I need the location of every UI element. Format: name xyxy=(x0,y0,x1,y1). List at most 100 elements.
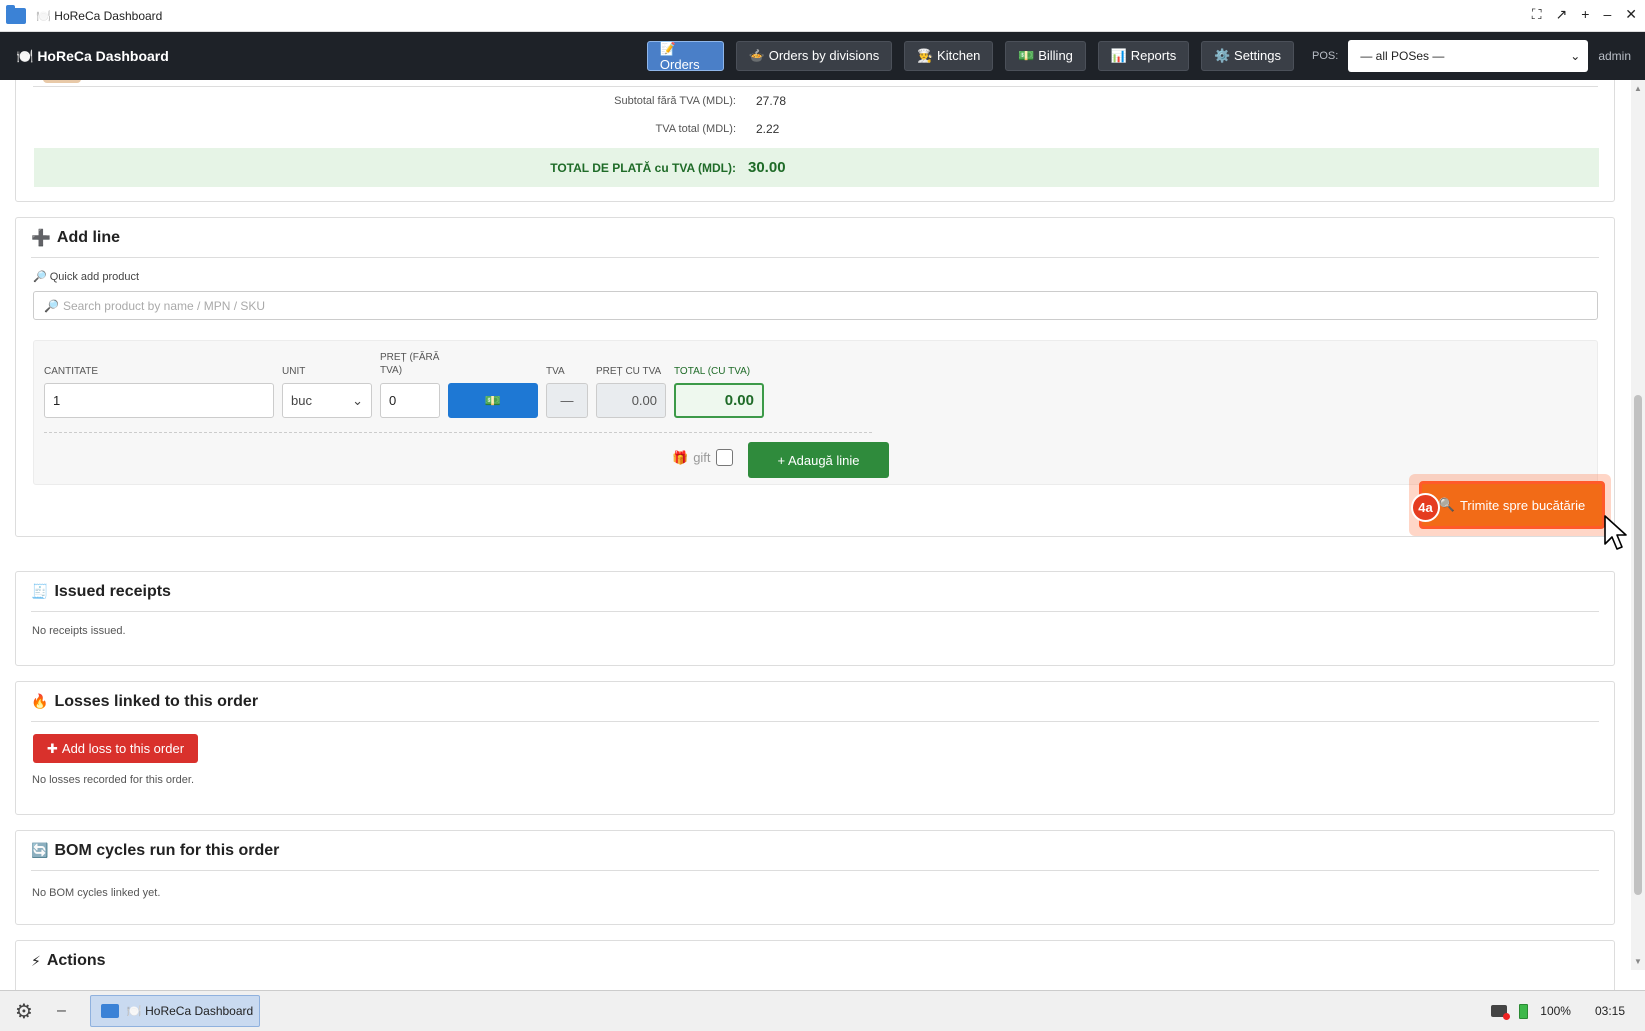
chevron-down-icon: ⌄ xyxy=(352,392,363,408)
scroll-down-icon[interactable]: ▼ xyxy=(1634,957,1642,966)
taskbar-app-label: 🍽️ HoReCa Dashboard xyxy=(126,1004,254,1018)
price-vat-value: 0.00 xyxy=(596,383,666,418)
subtotal-row: Subtotal fără TVA (MDL): 27.78 xyxy=(34,87,1599,115)
nav-orders[interactable]: 📝 Orders xyxy=(646,41,724,72)
restore-icon[interactable]: ↗ xyxy=(1556,6,1568,23)
step-badge: 4a xyxy=(1411,493,1440,522)
plus-icon: ✚ xyxy=(47,740,58,756)
actions-header: ⚡ Actions xyxy=(31,941,1599,981)
new-window-icon[interactable]: + xyxy=(1581,6,1589,23)
gift-checkbox[interactable] xyxy=(715,449,733,466)
subtotal-label: Subtotal fără TVA (MDL): xyxy=(614,95,736,107)
clock[interactable]: 03:15 xyxy=(1595,1004,1625,1018)
add-line-card: ➕ Add line 🔎 Quick add product 🔎 Search … xyxy=(15,217,1627,550)
losses-empty: No losses recorded for this order. xyxy=(32,774,195,786)
fire-icon: 🔥 xyxy=(31,693,49,709)
nav-settings[interactable]: ⚙️ Settings xyxy=(1201,41,1295,71)
actions-title: Actions xyxy=(46,952,106,969)
bom-title: BOM cycles run for this order xyxy=(54,841,280,859)
window-titlebar: 🍽️ HoReCa Dashboard ⛶ ↗ + – ✕ xyxy=(0,0,1645,32)
add-loss-button[interactable]: ✚ Add loss to this order xyxy=(33,734,199,763)
window-title: 🍽️ HoReCa Dashboard xyxy=(36,8,163,23)
product-search-input[interactable]: 🔎 Search product by name / MPN / SKU xyxy=(33,291,1598,320)
battery-level: 100% xyxy=(1540,1004,1571,1018)
gift-label: gift xyxy=(693,450,711,465)
nav-orders-by-divisions[interactable]: 🍲 Orders by divisions xyxy=(735,41,893,71)
unit-label: UNIT xyxy=(282,366,306,377)
subtotal-value: 27.78 xyxy=(756,94,787,108)
scrollbar-thumb[interactable] xyxy=(1634,395,1642,895)
page-scrollbar[interactable]: ▲ ▼ xyxy=(1631,80,1645,970)
add-line-header: ➕ Add line xyxy=(31,218,1599,258)
nav-reports[interactable]: 📊 Reports xyxy=(1097,41,1190,71)
add-line-button[interactable]: + Adaugă linie xyxy=(748,442,889,478)
nav-kitchen[interactable]: 👨‍🍳 Kitchen xyxy=(904,41,994,71)
vat-rate-value: — xyxy=(546,383,588,418)
price-input[interactable]: 0 xyxy=(380,383,440,418)
send-to-kitchen-button[interactable]: 🔍 Trimite spre bucătărie xyxy=(1419,481,1605,529)
user-label[interactable]: admin xyxy=(1598,49,1631,63)
taskbar-app-button[interactable]: 🍽️ HoReCa Dashboard xyxy=(89,995,260,1027)
grand-total-row: TOTAL DE PLATĂ cu TVA (MDL): 30.00 xyxy=(34,148,1599,187)
total-label: TOTAL (CU TVA) xyxy=(674,366,751,377)
receipts-empty: No receipts issued. xyxy=(32,625,126,637)
grand-total-value: 30.00 xyxy=(748,159,786,176)
vat-rate-label: TVA xyxy=(546,366,565,377)
system-tray: 100% 03:15 xyxy=(1491,1003,1625,1020)
pos-select[interactable]: — all POSes — ⌄ xyxy=(1348,40,1589,72)
receipts-title: Issued receipts xyxy=(54,582,171,600)
window-controls: ⛶ ↗ + – ✕ xyxy=(1532,6,1637,23)
bom-empty: No BOM cycles linked yet. xyxy=(32,887,161,899)
vat-label: TVA total (MDL): xyxy=(655,123,736,135)
plus-icon: ➕ xyxy=(31,229,51,247)
bom-header: 🔄 BOM cycles run for this order xyxy=(31,831,1599,871)
losses-header: 🔥 Losses linked to this order xyxy=(31,682,1599,722)
qty-input[interactable]: 1 xyxy=(44,383,274,418)
taskbar: ⚙ – 🍽️ HoReCa Dashboard 100% 03:15 xyxy=(0,990,1645,1031)
battery-icon[interactable] xyxy=(1519,1003,1529,1019)
issued-receipts-card: 🧾 Issued receipts No receipts issued. xyxy=(15,571,1615,666)
qty-label: CANTITATE xyxy=(44,366,99,377)
quick-add-label: 🔎 Quick add product xyxy=(33,271,140,283)
main-nav: 📝 Orders 🍲 Orders by divisions 👨‍🍳 Kitch… xyxy=(646,32,1645,80)
vat-value: 2.22 xyxy=(756,122,780,136)
unit-value: buc xyxy=(291,393,312,408)
search-icon: 🔎 xyxy=(44,298,59,313)
order-lines-card: Subtotal fără TVA (MDL): 27.78 TVA total… xyxy=(15,80,1615,202)
gift-icon: 🎁 xyxy=(672,449,689,465)
scroll-up-icon[interactable]: ▲ xyxy=(1634,84,1642,93)
search-icon: 🔍 xyxy=(1438,497,1455,512)
send-to-kitchen-label: Trimite spre bucătărie xyxy=(1459,497,1586,513)
fullscreen-icon[interactable]: ⛶ xyxy=(1532,6,1542,23)
actions-card: ⚡ Actions xyxy=(15,940,1615,990)
minimize-icon[interactable]: – xyxy=(1603,6,1611,23)
price-label: PREȚ (FĂRĂ TVA) xyxy=(380,352,440,376)
app-header: 🍽️ HoReCa Dashboard 📝 Orders 🍲 Orders by… xyxy=(0,32,1645,80)
network-icon[interactable] xyxy=(1491,1005,1511,1020)
add-line-title: Add line xyxy=(56,228,121,246)
main-content: Subtotal fără TVA (MDL): 27.78 TVA total… xyxy=(0,80,1645,990)
mouse-cursor-icon xyxy=(1604,515,1627,550)
cycle-icon: 🔄 xyxy=(31,842,49,858)
losses-title: Losses linked to this order xyxy=(54,692,259,710)
folder-icon xyxy=(6,4,26,24)
chevron-down-icon: ⌄ xyxy=(1570,49,1581,63)
divider xyxy=(44,432,872,433)
nav-billing[interactable]: 💵 Billing xyxy=(1005,41,1086,71)
brand-title[interactable]: 🍽️ HoReCa Dashboard xyxy=(16,48,169,65)
unit-select[interactable]: buc ⌄ xyxy=(282,383,372,418)
receipts-header: 🧾 Issued receipts xyxy=(31,572,1599,612)
gift-toggle[interactable]: 🎁 gift xyxy=(672,449,733,466)
gear-icon[interactable]: ⚙ xyxy=(15,999,33,1024)
receipt-icon: 🧾 xyxy=(31,583,49,599)
close-icon[interactable]: ✕ xyxy=(1625,6,1637,23)
price-money-button[interactable]: 💵 xyxy=(448,383,538,418)
search-placeholder: Search product by name / MPN / SKU xyxy=(62,298,266,313)
price-vat-label: PREȚ CU TVA xyxy=(596,366,662,377)
bom-cycles-card: 🔄 BOM cycles run for this order No BOM c… xyxy=(15,830,1615,925)
vat-row: TVA total (MDL): 2.22 xyxy=(34,115,1599,143)
line-form: CANTITATE 1 UNIT buc ⌄ PREȚ (FĂRĂ TVA) 0… xyxy=(33,340,1598,485)
minimize-all-icon[interactable]: – xyxy=(57,1002,66,1020)
lightning-icon: ⚡ xyxy=(31,952,41,969)
folder-icon xyxy=(100,1004,119,1018)
